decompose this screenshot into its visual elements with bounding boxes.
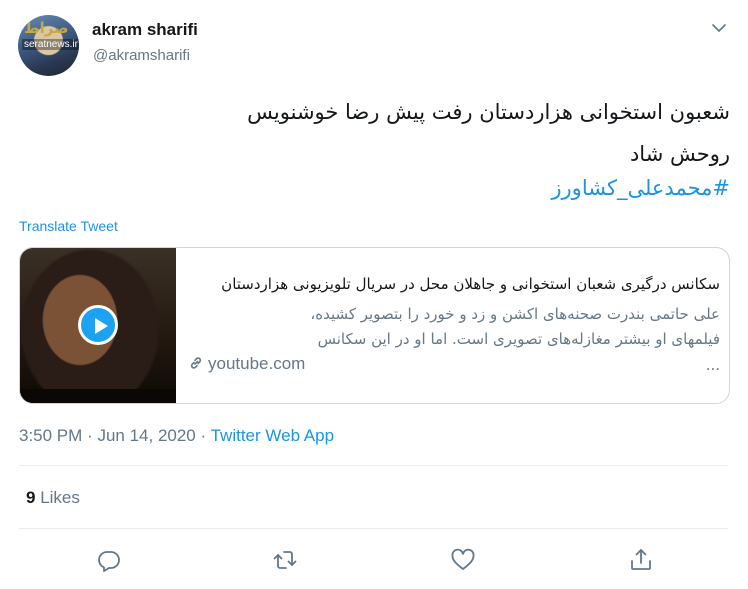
- card-domain: youtube.com: [188, 354, 305, 374]
- avatar[interactable]: صراط seratnews.ir: [18, 15, 79, 76]
- retweet-icon[interactable]: [271, 546, 299, 574]
- tweet-date[interactable]: Jun 14, 2020: [97, 426, 195, 445]
- link-preview-card[interactable]: سکانس درگیری شعبان استخوانی و جاهلان محل…: [19, 247, 730, 404]
- share-icon[interactable]: [627, 546, 655, 574]
- likes-number: 9: [26, 488, 36, 507]
- likes-label: Likes: [40, 488, 80, 507]
- user-name[interactable]: akram sharifi: [92, 20, 198, 40]
- divider: [19, 528, 728, 529]
- tweet: صراط seratnews.ir akram sharifi @akramsh…: [0, 0, 748, 589]
- avatar-site-label: seratnews.ir: [22, 39, 79, 50]
- likes-count[interactable]: 9 Likes: [26, 488, 80, 508]
- tweet-text-line: شعبون استخوانی هزاردستان رفت پیش رضا خوش…: [247, 100, 730, 124]
- tweet-meta: 3:50 PM · Jun 14, 2020 · Twitter Web App: [19, 426, 334, 446]
- user-handle[interactable]: @akramsharifi: [93, 47, 190, 64]
- avatar-watermark: صراط: [24, 19, 69, 37]
- card-description-line: فیلمهای او بیشتر مغازله‌های تصویری است. …: [317, 330, 720, 348]
- card-description-line: علی حاتمی بندرت صحنه‌های اکشن و زد و خور…: [310, 305, 720, 323]
- heart-icon[interactable]: [449, 546, 477, 574]
- tweet-source-link[interactable]: Twitter Web App: [211, 426, 334, 445]
- link-icon: [190, 357, 202, 369]
- card-body: سکانس درگیری شعبان استخوانی و جاهلان محل…: [188, 248, 720, 403]
- meta-separator: ·: [87, 426, 93, 445]
- translate-tweet-link[interactable]: Translate Tweet: [19, 218, 118, 234]
- meta-separator: ·: [200, 426, 207, 445]
- tweet-text-line: روحش شاد: [629, 142, 730, 166]
- play-icon[interactable]: [78, 305, 118, 345]
- hashtag-link[interactable]: #محمدعلی_کشاورز: [60, 176, 730, 200]
- card-domain-text: youtube.com: [208, 354, 306, 373]
- chevron-down-icon[interactable]: [711, 20, 727, 36]
- divider: [19, 465, 728, 466]
- video-thumbnail[interactable]: [20, 248, 176, 403]
- reply-icon[interactable]: [95, 546, 123, 574]
- tweet-time[interactable]: 3:50 PM: [19, 426, 82, 445]
- card-title: سکانس درگیری شعبان استخوانی و جاهلان محل…: [221, 275, 720, 293]
